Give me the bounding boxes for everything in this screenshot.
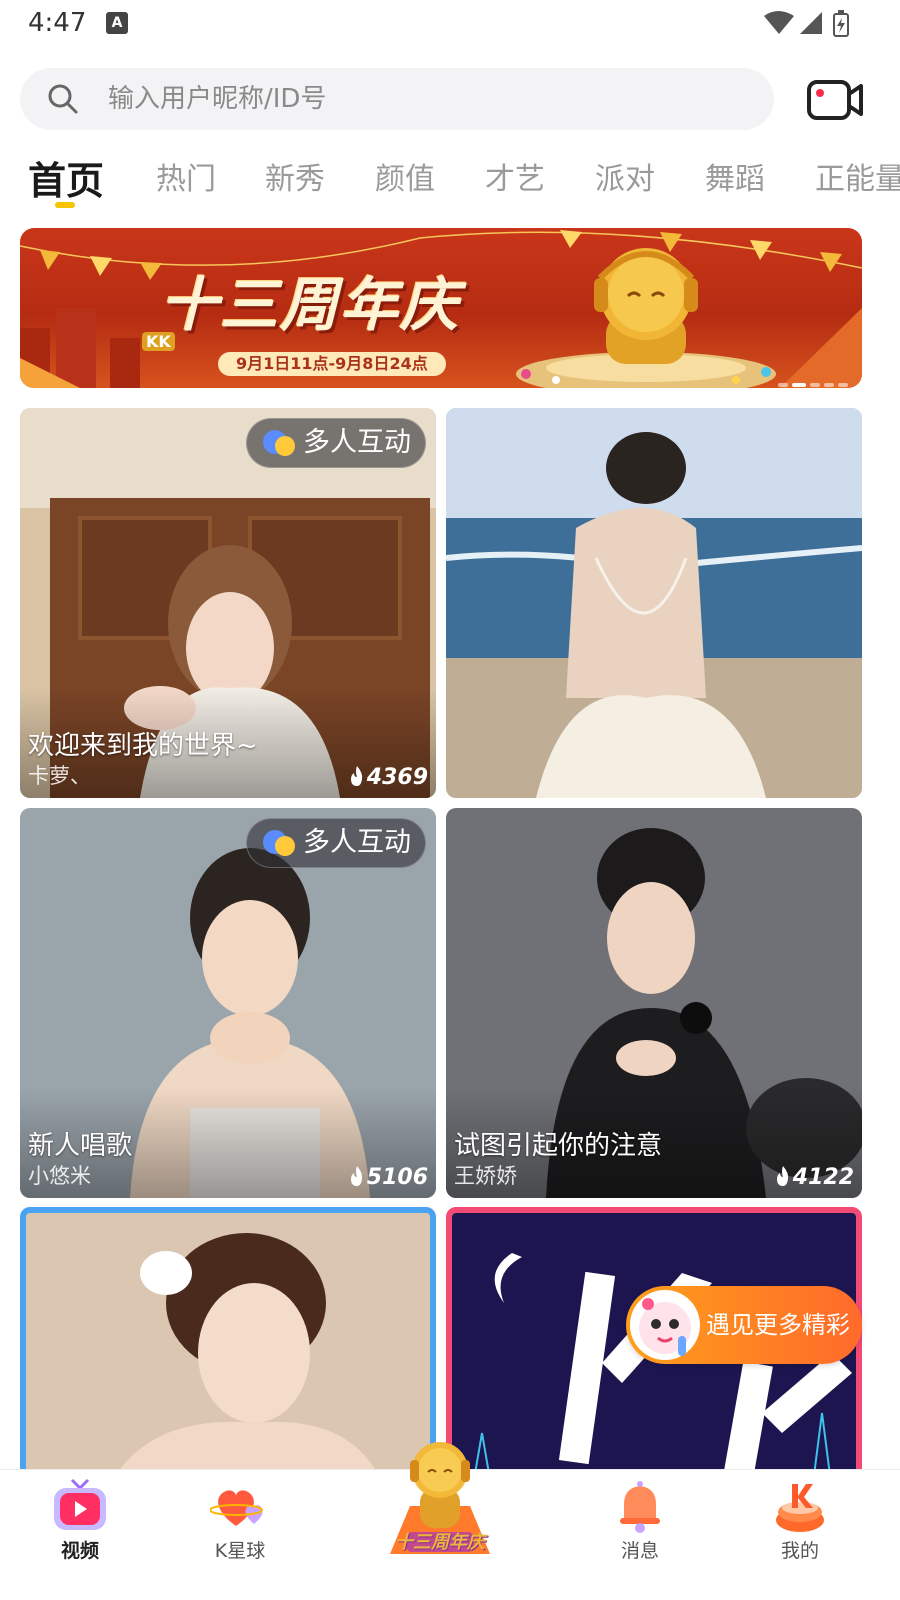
- banner-brand-logo: KK: [142, 332, 175, 351]
- nav-label: 我的: [780, 1540, 819, 1562]
- stream-cover-image: [26, 1213, 430, 1491]
- tab-party[interactable]: 派对: [595, 154, 655, 198]
- anniversary-banner[interactable]: 十三周年庆 KK 9月1日11点-9月8日24点: [20, 228, 862, 388]
- k-cake-icon: [776, 1484, 824, 1532]
- badge-label: 多人互动: [303, 827, 411, 858]
- nav-label: 消息: [620, 1540, 659, 1562]
- tab-home[interactable]: 首页: [28, 150, 104, 205]
- search-input[interactable]: [108, 78, 728, 120]
- feed-card-2[interactable]: [446, 408, 862, 798]
- banner-pagination: [778, 372, 862, 387]
- nav-messages[interactable]: 消息: [580, 1470, 700, 1570]
- flame-icon: [776, 1166, 788, 1186]
- status-time: 4:47: [28, 8, 87, 38]
- category-tabs: 首页 热门 新秀 颜值 才艺 派对 舞蹈 正能量: [0, 150, 900, 212]
- nav-label: K星球: [214, 1540, 266, 1562]
- chat-bubbles-icon: [263, 430, 295, 456]
- nav-anniversary-center-button[interactable]: 十三周年庆: [380, 1436, 500, 1560]
- badge-label: 多人互动: [303, 427, 411, 458]
- popularity-value: 4369: [366, 765, 428, 790]
- stream-title: 新人唱歌: [28, 1131, 133, 1161]
- popularity-value: 4122: [792, 1165, 854, 1190]
- promo-label: 遇见更多精彩: [706, 1311, 850, 1339]
- multi-interaction-badge: 多人互动: [246, 418, 426, 468]
- tab-talent[interactable]: 才艺: [485, 154, 545, 198]
- banner-title: 十三周年庆: [160, 271, 461, 339]
- golden-mascot-illustration: [516, 248, 776, 388]
- wifi-icon: [764, 11, 794, 34]
- heart-planet-icon: [210, 1490, 263, 1526]
- stream-title: 试图引起你的注意: [454, 1131, 663, 1161]
- multi-interaction-badge: 多人互动: [246, 818, 426, 868]
- flame-icon: [350, 766, 362, 786]
- search-icon: [48, 84, 78, 114]
- active-tab-indicator: [55, 202, 75, 208]
- stream-title: 欢迎来到我的世界~: [28, 731, 258, 761]
- mascot-icon: [630, 1290, 700, 1360]
- nav-anniversary-label: 十三周年庆: [395, 1532, 485, 1553]
- tab-hot[interactable]: 热门: [156, 154, 216, 198]
- promo-floating-button[interactable]: 遇见更多精彩: [626, 1286, 862, 1364]
- popularity-value: 5106: [366, 1165, 428, 1190]
- nav-k-planet[interactable]: K星球: [180, 1470, 300, 1570]
- chat-bubbles-icon: [263, 830, 295, 856]
- tab-positive-energy[interactable]: 正能量: [815, 154, 900, 198]
- popularity-count: 4369: [349, 765, 428, 790]
- streamer-name: 王娇娇: [454, 1164, 517, 1188]
- feed-card-3[interactable]: 多人互动 新人唱歌 小悠米 5106: [20, 808, 436, 1198]
- live-camera-icon[interactable]: [806, 78, 864, 122]
- tab-looks[interactable]: 颜值: [375, 154, 435, 198]
- feed-card-4[interactable]: 试图引起你的注意 王娇娇 4122: [446, 808, 862, 1198]
- nav-label: 视频: [60, 1540, 99, 1562]
- nav-profile[interactable]: 我的: [740, 1470, 860, 1570]
- nav-video[interactable]: 视频: [20, 1470, 140, 1570]
- notification-indicator-icon: A: [106, 12, 128, 34]
- streamer-name: 卡萝、: [28, 764, 91, 788]
- tab-newcomer[interactable]: 新秀: [265, 154, 325, 198]
- tab-dance[interactable]: 舞蹈: [705, 154, 765, 198]
- status-icons: [764, 10, 849, 37]
- streamer-name: 小悠米: [28, 1164, 91, 1188]
- feed-card-5[interactable]: [20, 1207, 436, 1497]
- search-bar[interactable]: [20, 68, 774, 130]
- popularity-count: 5106: [349, 1165, 428, 1190]
- flame-icon: [350, 1166, 362, 1186]
- popularity-count: 4122: [775, 1165, 854, 1190]
- battery-icon: [833, 10, 849, 37]
- feed-card-1[interactable]: 多人互动 欢迎来到我的世界~ 卡萝、 4369: [20, 408, 436, 798]
- stream-cover-image: [446, 408, 862, 798]
- status-bar: 4:47 A: [0, 0, 900, 50]
- bell-icon: [620, 1481, 660, 1533]
- video-tv-icon: [54, 1478, 106, 1530]
- signal-icon: [800, 12, 822, 34]
- banner-date-range: 9月1日11点-9月8日24点: [218, 352, 446, 376]
